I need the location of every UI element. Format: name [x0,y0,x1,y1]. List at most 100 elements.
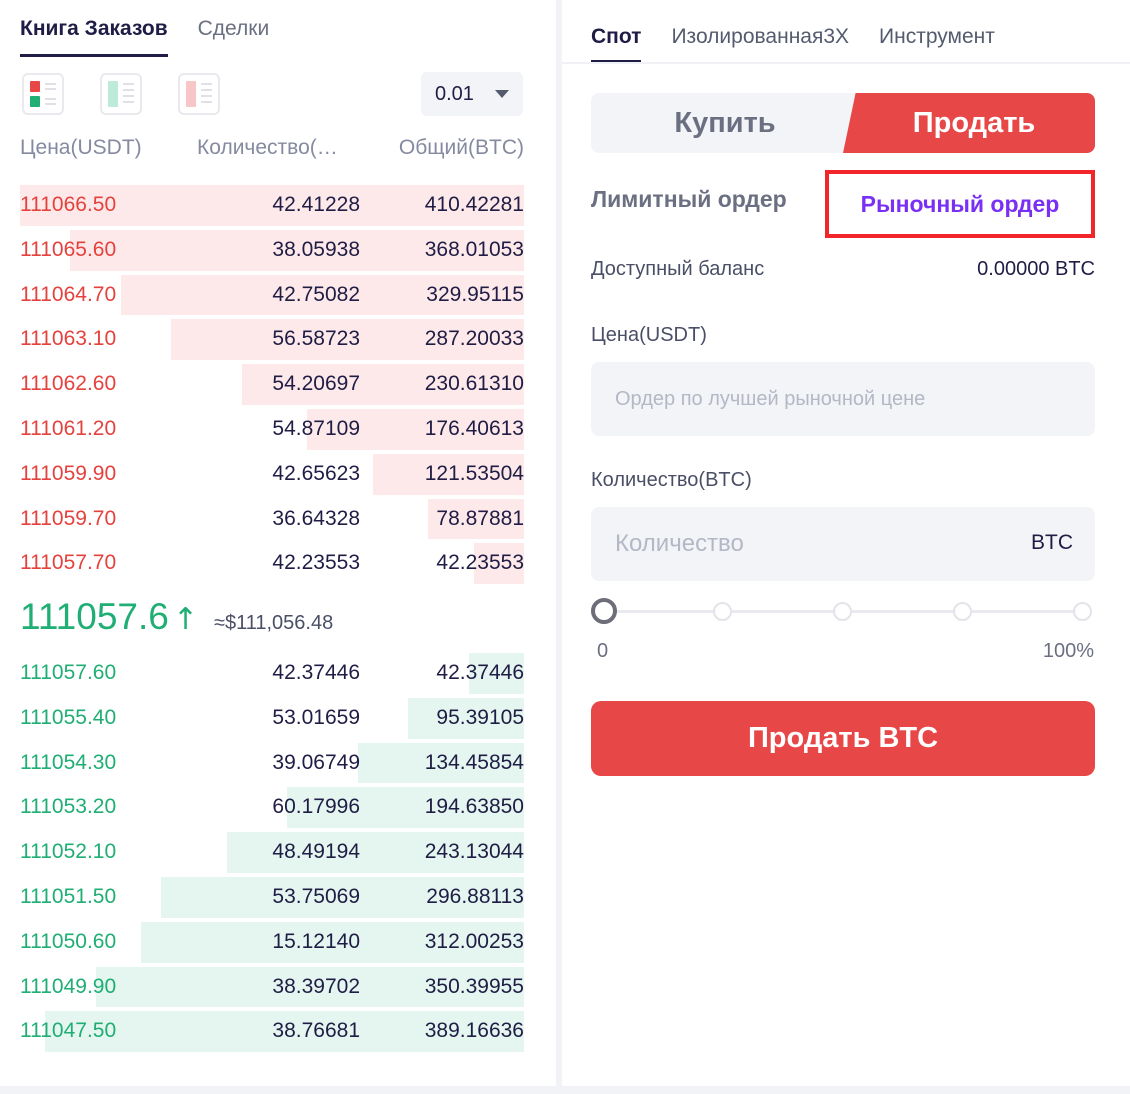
bids-price: 111055.40 [20,705,117,729]
asks-total: 121.53504 [424,461,524,485]
slider-handle[interactable] [591,598,617,624]
sell-button[interactable]: Продать [843,93,1095,153]
bids-total: 95.39105 [436,705,524,729]
bottom-divider [0,1086,1130,1094]
asks-row[interactable]: 111063.10 56.58723 287.20033 [20,317,524,362]
asks-row[interactable]: 111059.70 36.64328 78.87881 [20,497,524,542]
asks-total: 230.61310 [424,372,524,396]
col-price: Цена(USDT) [20,136,142,159]
tab-spot[interactable]: Спот [591,22,642,63]
bids-qty: 60.17996 [272,795,360,819]
bids-price: 111049.90 [20,974,117,998]
slider-step-25[interactable] [713,602,732,621]
bids-total: 296.88113 [426,884,524,908]
asks-row[interactable]: 111057.70 42.23553 42.23553 [20,541,524,586]
bids-total: 134.45854 [424,750,524,774]
qty-field[interactable]: BTC [591,507,1095,581]
bids-row[interactable]: 111047.50 38.76681 389.16636 [20,1009,524,1054]
bids-qty: 53.75069 [272,884,360,908]
trade-panel: Спот Изолированная3X Инструмент Купить П… [562,0,1130,1086]
asks-total: 176.40613 [424,416,524,440]
asks-price: 111065.60 [20,237,117,261]
bids-price: 111052.10 [20,840,117,864]
bids-qty: 42.37446 [272,661,360,684]
view-asks-button[interactable] [178,73,220,115]
slider-step-75[interactable] [953,602,972,621]
balance-label: Доступный баланс [591,258,765,280]
bids-row[interactable]: 111052.10 48.49194 243.13044 [20,830,524,875]
balance-value: 0.00000 BTC [977,258,1095,280]
bids-row[interactable]: 111049.90 38.39702 350.39955 [20,965,524,1010]
market-tabs: Спот Изолированная3X Инструмент [591,22,995,63]
tab-instrument[interactable]: Инструмент [879,22,995,63]
bids-qty: 38.76681 [272,1019,360,1043]
slider-max-label: 100% [1042,640,1094,662]
last-price-value: 111057.6 [20,596,169,637]
bids-price: 111053.20 [20,795,117,819]
last-price: 111057.6 ↑ ≈$111,056.48 [20,596,333,638]
orderbook-header: Цена(USDT) Количество(… Общий(BTC) [20,136,524,166]
price-label: Цена(USDT) [591,324,707,346]
asks-qty: 54.20697 [272,372,360,396]
last-price-usd: ≈$111,056.48 [213,612,334,634]
buy-button[interactable]: Купить [591,93,859,153]
asks-price: 111062.60 [20,372,117,396]
view-bids-button[interactable] [100,73,142,115]
slider-step-50[interactable] [833,602,852,621]
precision-select[interactable]: 0.01 [421,72,523,116]
slider-min-label: 0 [597,640,609,662]
qty-unit: BTC [1031,531,1073,554]
asks-total: 42.23553 [436,551,524,575]
asks-total: 368.01053 [424,237,524,261]
limit-order-tab[interactable]: Лимитный ордер [591,186,787,213]
col-qty: Количество(… [197,136,338,159]
price-input[interactable] [591,362,1095,436]
asks-row[interactable]: 111062.60 54.20697 230.61310 [20,362,524,407]
bids-price: 111050.60 [20,929,117,953]
bids-qty: 38.39702 [272,974,360,998]
bids-qty: 53.01659 [272,705,360,729]
bids-total: 389.16636 [424,1019,524,1043]
asks-qty: 56.58723 [272,327,360,351]
tab-trades[interactable]: Сделки [198,14,270,57]
market-order-tab[interactable]: Рыночный ордер [825,170,1095,238]
side-switch: Купить Продать [591,93,1095,153]
asks-row[interactable]: 111065.60 38.05938 368.01053 [20,228,524,273]
tab-orderbook[interactable]: Книга Заказов [20,14,168,57]
asks-price: 111061.20 [20,416,117,440]
orderbook-panel: Книга Заказов Сделки 0.01 Цена(USDT) Кол… [0,0,556,1094]
asks-row[interactable]: 111064.70 42.75082 329.95115 [20,273,524,318]
bids-qty: 39.06749 [272,750,360,774]
bids-row[interactable]: 111054.30 39.06749 134.45854 [20,741,524,786]
precision-value: 0.01 [435,82,474,105]
tab-isolated[interactable]: Изолированная3X [671,22,849,63]
bids-row[interactable]: 111053.20 60.17996 194.63850 [20,785,524,830]
asks-qty: 42.41228 [272,193,360,216]
view-both-button[interactable] [22,73,64,115]
bids-row[interactable]: 111055.40 53.01659 95.39105 [20,696,524,741]
asks-price: 111064.70 [20,282,117,306]
bids-total: 243.13044 [424,840,524,864]
slider-step-100[interactable] [1073,602,1092,621]
bids-row[interactable]: 111057.60 42.37446 42.37446 [20,651,524,696]
bids-price: 111054.30 [20,750,117,774]
qty-label: Количество(BTC) [591,469,752,491]
asks-total: 410.42281 [424,193,524,216]
asks-row[interactable]: 111061.20 54.87109 176.40613 [20,407,524,452]
asks-qty: 38.05938 [272,237,360,261]
amount-slider[interactable] [591,598,1095,626]
bids-qty: 15.12140 [272,929,360,953]
qty-input[interactable] [591,507,1095,581]
bids-row[interactable]: 111051.50 53.75069 296.88113 [20,875,524,920]
bids-row[interactable]: 111050.60 15.12140 312.00253 [20,920,524,965]
sell-btc-button[interactable]: Продать BTC [591,701,1095,776]
bids-total: 312.00253 [424,929,524,953]
bids-price: 111057.60 [20,661,117,684]
arrow-up-icon: ↑ [172,602,198,637]
bids-total: 42.37446 [436,661,524,684]
price-field[interactable] [591,362,1095,436]
asks-total: 287.20033 [424,327,524,351]
asks-row[interactable]: 111059.90 42.65623 121.53504 [20,452,524,497]
asks-total: 78.87881 [436,506,524,530]
asks-row[interactable]: 111066.50 42.41228 410.42281 [20,183,524,228]
